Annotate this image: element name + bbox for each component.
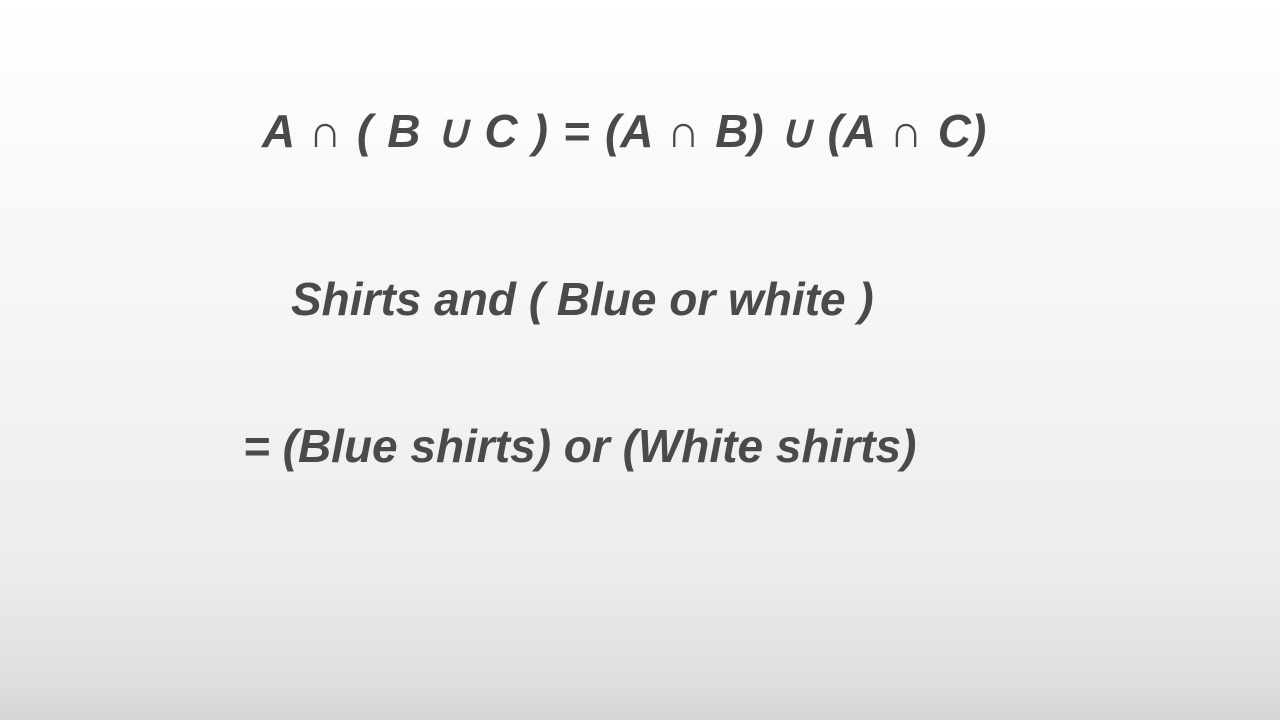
example-expression: Shirts and ( Blue or white ) — [291, 273, 874, 325]
distributive-law-formula: A ∩ ( B ∪ C ) = (A ∩ B) ∪ (A ∩ C) — [262, 105, 987, 157]
slide: A ∩ ( B ∪ C ) = (A ∩ B) ∪ (A ∩ C) Shirts… — [0, 0, 1280, 720]
example-expansion: = (Blue shirts) or (White shirts) — [243, 420, 917, 472]
